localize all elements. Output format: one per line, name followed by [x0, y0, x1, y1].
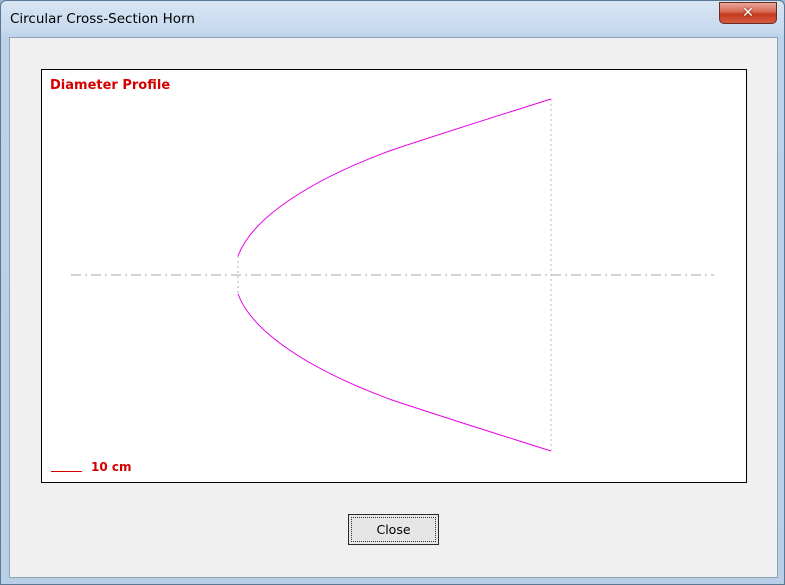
close-button-label: Close — [351, 517, 436, 542]
client-area: Diameter Profile 10 cm Close — [9, 37, 778, 578]
title-bar[interactable]: Circular Cross-Section Horn ✕ — [1, 1, 784, 37]
lower-profile-curve — [237, 293, 552, 452]
close-icon: ✕ — [742, 5, 754, 21]
window-title: Circular Cross-Section Horn — [10, 11, 195, 27]
scale-bar — [51, 471, 82, 472]
upper-profile-curve — [237, 98, 552, 257]
horn-profile-drawing — [71, 98, 714, 452]
plot-title: Diameter Profile — [50, 78, 171, 93]
scale-label: 10 cm — [91, 460, 132, 474]
close-window-button[interactable]: ✕ — [719, 2, 777, 24]
diameter-profile-plot: Diameter Profile 10 cm — [41, 69, 747, 483]
dialog-window: Circular Cross-Section Horn ✕ Diameter P… — [0, 0, 785, 585]
close-button[interactable]: Close — [348, 514, 439, 545]
